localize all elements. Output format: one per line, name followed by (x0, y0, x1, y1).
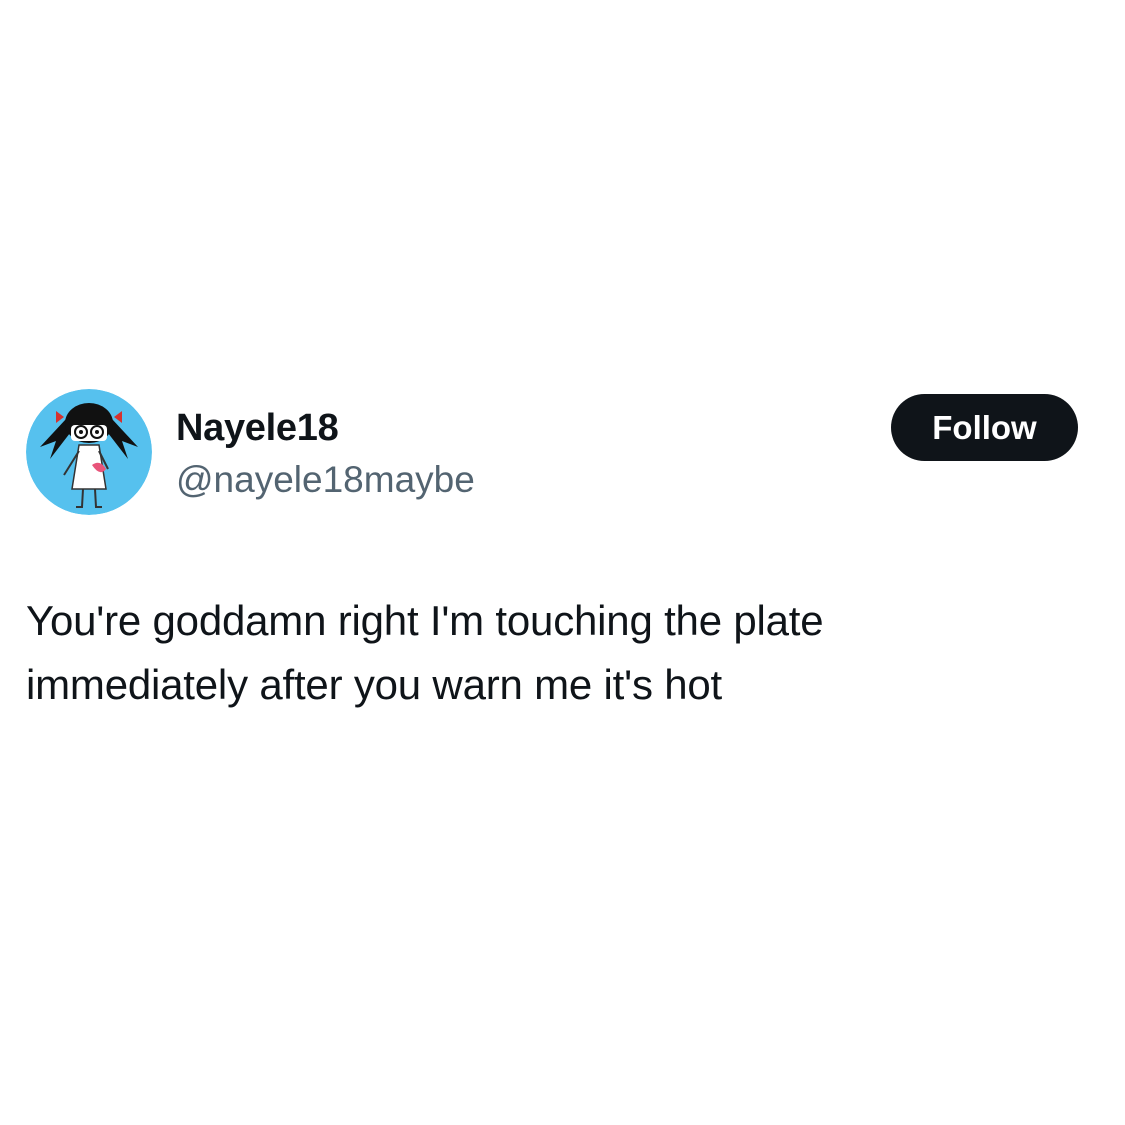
tweet-text: You're goddamn right I'm touching the pl… (26, 589, 1086, 717)
tweet-text-line: immediately after you warn me it's hot (26, 661, 723, 708)
avatar[interactable] (26, 389, 152, 515)
cartoon-girl-avatar-icon (26, 389, 152, 515)
tweet-text-line: You're goddamn right I'm touching the pl… (26, 597, 824, 644)
follow-button[interactable]: Follow (891, 394, 1078, 461)
display-name[interactable]: Nayele18 (176, 404, 339, 452)
user-handle[interactable]: @nayele18maybe (176, 456, 475, 504)
tweet-card: Nayele18 @nayele18maybe Follow You're go… (0, 0, 1125, 1125)
